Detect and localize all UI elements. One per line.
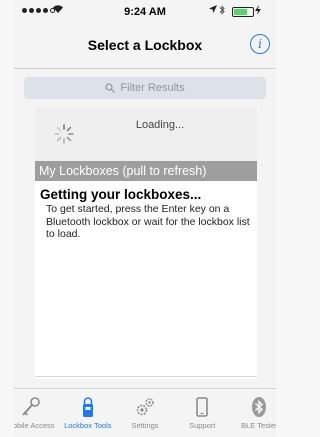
phone-icon [196, 397, 209, 417]
lockbox-icon [82, 397, 93, 417]
key-icon [21, 397, 40, 416]
app-screen: 9:24 AM Select a Lockbox i Filter Result… [14, 0, 276, 437]
message-title: Getting your lockboxes... [40, 187, 202, 202]
tab-settings[interactable]: Settings [116, 390, 173, 437]
list-divider [35, 376, 257, 377]
filter-search-input[interactable]: Filter Results [24, 77, 266, 99]
loading-area: Loading... [35, 107, 257, 161]
tab-label: Support [189, 421, 216, 430]
tab-bar-divider [14, 388, 276, 389]
page-title: Select a Lockbox [87, 37, 203, 53]
nav-divider [14, 68, 276, 69]
bluetooth-icon [252, 397, 267, 417]
search-placeholder: Filter Results [120, 82, 185, 94]
tab-label: Lockbox Tools [64, 421, 112, 430]
loading-text: Loading... [135, 119, 185, 131]
status-bar: 9:24 AM [14, 0, 276, 24]
tab-lockbox-tools[interactable]: Lockbox Tools [59, 390, 116, 437]
bluetooth-status-icon [219, 5, 225, 18]
charging-icon [255, 5, 261, 18]
info-button[interactable]: i [250, 34, 270, 54]
gears-icon [136, 398, 154, 416]
tab-label: Settings [131, 421, 159, 430]
tab-mobile-access[interactable]: Mobile Access [14, 390, 59, 437]
tab-ble-tester[interactable]: BLE Tester [231, 390, 276, 437]
tab-label: BLE Tester [241, 421, 276, 430]
message-panel: Getting your lockboxes... To get started… [35, 181, 257, 379]
message-body: To get started, press the Enter key on a… [46, 203, 250, 240]
tab-bar: Mobile Access Lockbox Tools Settings [14, 390, 276, 437]
tab-label: Mobile Access [14, 421, 55, 430]
location-arrow-icon [209, 5, 217, 16]
lockbox-list[interactable]: Loading... My Lockboxes (pull to refresh… [35, 107, 257, 379]
section-header: My Lockboxes (pull to refresh) [35, 161, 257, 181]
search-icon [105, 83, 116, 93]
battery-icon [232, 7, 254, 17]
tab-support[interactable]: Support [174, 390, 231, 437]
